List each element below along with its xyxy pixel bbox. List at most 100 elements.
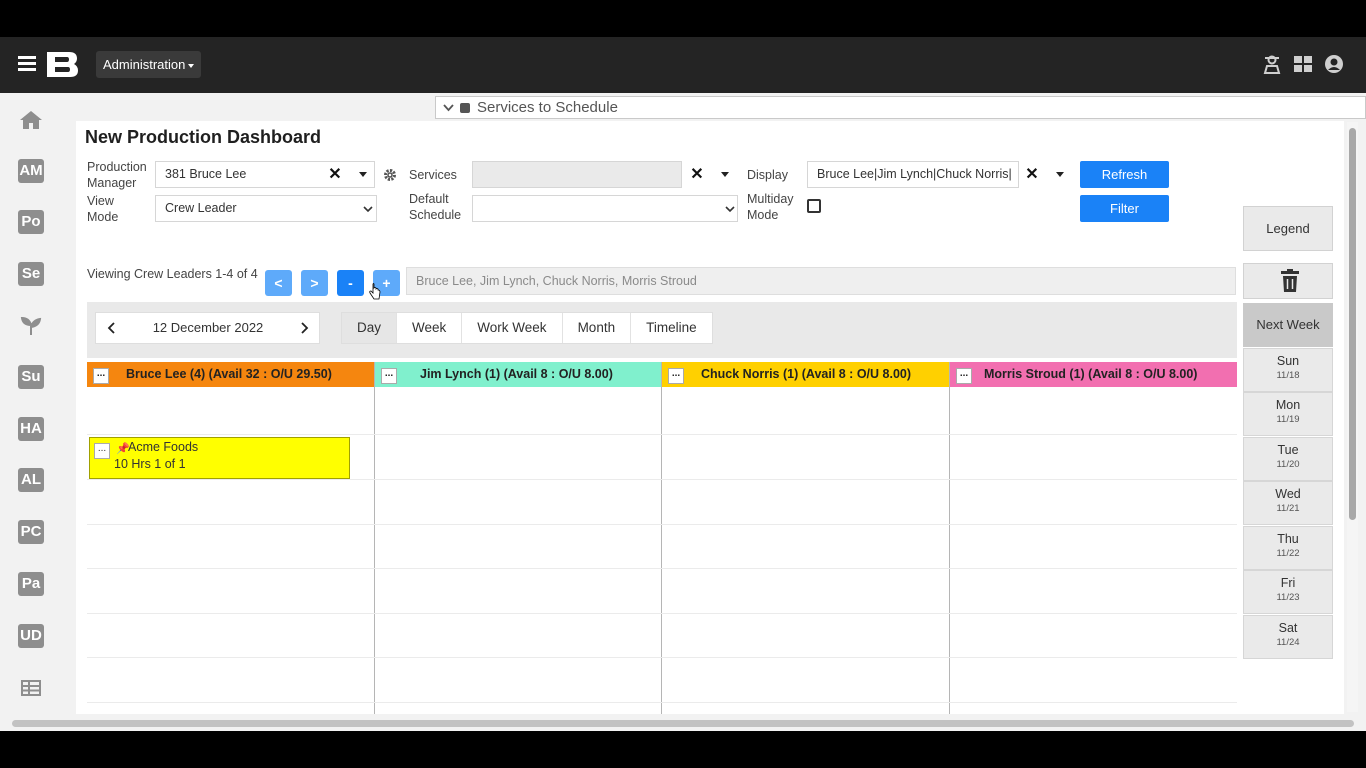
day-wed[interactable]: Wed 11/21 xyxy=(1243,481,1333,525)
row-divider xyxy=(87,434,1237,435)
day-sat[interactable]: Sat 11/24 xyxy=(1243,615,1333,659)
manager-dropdown-icon[interactable] xyxy=(351,161,375,188)
crew-header-bruce-lee: ... Bruce Lee (4) (Avail 32 : O/U 29.50) xyxy=(87,362,374,387)
crew-column-chuck-norris: ... Chuck Norris (1) (Avail 8 : O/U 8.00… xyxy=(662,362,950,714)
day-tue[interactable]: Tue 11/20 xyxy=(1243,437,1333,481)
sprout-icon[interactable] xyxy=(19,314,43,336)
day-name: Sat xyxy=(1278,621,1298,635)
trash-icon xyxy=(1281,269,1299,292)
display-label: Display xyxy=(747,168,788,182)
clear-services-icon[interactable]: ✕ xyxy=(684,161,710,188)
hamburger-menu-icon[interactable] xyxy=(18,56,36,72)
day-fri[interactable]: Fri 11/23 xyxy=(1243,570,1333,614)
column-menu-button[interactable]: ... xyxy=(381,368,397,384)
collapse-crew-button[interactable]: - xyxy=(337,270,364,296)
row-divider xyxy=(87,568,1237,569)
sidebar-item-am[interactable]: AM xyxy=(18,159,44,183)
services-to-schedule-bar[interactable]: Services to Schedule xyxy=(435,96,1366,119)
chevron-down-icon xyxy=(363,206,373,213)
grid-apps-icon[interactable] xyxy=(1293,54,1313,74)
trash-drop-zone[interactable] xyxy=(1243,263,1333,299)
day-date: 11/19 xyxy=(1276,414,1300,425)
column-menu-button[interactable]: ... xyxy=(668,368,684,384)
sidebar-item-se[interactable]: Se xyxy=(18,262,44,286)
sidebar-item-pa[interactable]: Pa xyxy=(18,572,44,596)
next-crew-button[interactable]: > xyxy=(301,270,328,296)
sidebar-item-su[interactable]: Su xyxy=(18,365,44,389)
table-icon[interactable] xyxy=(19,677,43,699)
view-mode-select[interactable]: Crew Leader xyxy=(155,195,377,222)
display-input[interactable]: Bruce Lee|Jim Lynch|Chuck Norris| xyxy=(807,161,1019,188)
crew-list-textarea[interactable]: Bruce Lee, Jim Lynch, Chuck Norris, Morr… xyxy=(406,267,1236,295)
day-name: Mon xyxy=(1275,398,1301,412)
horizontal-scrollbar[interactable] xyxy=(0,717,1366,729)
day-name: Fri xyxy=(1280,576,1296,590)
prev-date-icon[interactable] xyxy=(105,321,119,335)
crew-column-morris-stroud: ... Morris Stroud (1) (Avail 8 : O/U 8.0… xyxy=(950,362,1237,714)
clear-display-icon[interactable]: ✕ xyxy=(1019,161,1045,188)
prev-crew-button[interactable]: < xyxy=(265,270,292,296)
administration-label: Administration xyxy=(103,57,186,72)
view-tabs: Day Week Work Week Month Timeline xyxy=(341,312,713,344)
day-date: 11/21 xyxy=(1276,503,1300,514)
default-schedule-select[interactable] xyxy=(472,195,738,222)
services-dropdown-icon[interactable] xyxy=(713,161,737,188)
next-date-icon[interactable] xyxy=(297,321,311,335)
page-title: New Production Dashboard xyxy=(85,127,322,147)
tab-day[interactable]: Day xyxy=(342,313,398,343)
sidebar-item-ha[interactable]: HA xyxy=(18,417,44,441)
default-schedule-label: Default Schedule xyxy=(409,192,462,222)
view-mode-label: View Mode xyxy=(87,194,119,224)
day-mon[interactable]: Mon 11/19 xyxy=(1243,392,1333,436)
clear-manager-icon[interactable]: ✕ xyxy=(322,161,348,188)
day-thu[interactable]: Thu 11/22 xyxy=(1243,526,1333,570)
scrollbar-thumb[interactable] xyxy=(1349,128,1356,520)
crew-header-jim-lynch: ... Jim Lynch (1) (Avail 8 : O/U 8.00) xyxy=(375,362,661,387)
sidebar-item-ud[interactable]: UD xyxy=(18,624,44,648)
day-name: Tue xyxy=(1277,443,1299,457)
chevron-down-icon[interactable] xyxy=(443,102,454,113)
calendar-grid: ... Bruce Lee (4) (Avail 32 : O/U 29.50)… xyxy=(87,362,1237,714)
tab-timeline[interactable]: Timeline xyxy=(631,313,712,343)
column-menu-button[interactable]: ... xyxy=(956,368,972,384)
administration-menu[interactable]: Administration xyxy=(96,51,202,78)
current-date[interactable]: 12 December 2022 xyxy=(128,313,288,343)
user-account-icon[interactable] xyxy=(1324,54,1344,74)
event-detail: 10 Hrs 1 of 1 xyxy=(114,457,186,471)
day-name: Thu xyxy=(1277,532,1299,546)
crew-column-bruce-lee: ... Bruce Lee (4) (Avail 32 : O/U 29.50)… xyxy=(87,362,375,714)
calendar-event[interactable]: ... 📌 Acme Foods 10 Hrs 1 of 1 xyxy=(89,437,350,479)
scrollbar-thumb[interactable] xyxy=(12,720,1354,727)
crew-header-morris-stroud: ... Morris Stroud (1) (Avail 8 : O/U 8.0… xyxy=(950,362,1237,387)
sidebar-item-pc[interactable]: PC xyxy=(18,520,44,544)
tab-month[interactable]: Month xyxy=(563,313,632,343)
multiday-mode-checkbox[interactable] xyxy=(807,199,821,213)
display-dropdown-icon[interactable] xyxy=(1048,161,1072,188)
event-menu-button[interactable]: ... xyxy=(94,443,110,459)
filter-button[interactable]: Filter xyxy=(1080,195,1169,222)
tab-work-week[interactable]: Work Week xyxy=(462,313,563,343)
sidebar-item-po[interactable]: Po xyxy=(18,210,44,234)
tab-week[interactable]: Week xyxy=(397,313,463,343)
day-date: 11/18 xyxy=(1276,370,1300,381)
production-manager-label: Production Manager xyxy=(87,160,147,190)
crew-column-jim-lynch: ... Jim Lynch (1) (Avail 8 : O/U 8.00) xyxy=(375,362,662,714)
home-icon[interactable] xyxy=(19,109,43,131)
sidebar-item-al[interactable]: AL xyxy=(18,468,44,492)
brand-logo[interactable] xyxy=(47,52,78,77)
refresh-button[interactable]: Refresh xyxy=(1080,161,1169,188)
row-divider xyxy=(87,657,1237,658)
row-divider xyxy=(87,702,1237,703)
day-name: Sun xyxy=(1276,354,1300,368)
services-label: Services xyxy=(409,168,457,182)
column-menu-button[interactable]: ... xyxy=(93,368,109,384)
day-sun[interactable]: Sun 11/18 xyxy=(1243,348,1333,392)
gear-icon[interactable] xyxy=(383,168,397,182)
crew-header-label: Chuck Norris (1) (Avail 8 : O/U 8.00) xyxy=(701,367,912,381)
next-week-button[interactable]: Next Week xyxy=(1243,303,1333,347)
vertical-scrollbar[interactable] xyxy=(1347,122,1358,712)
legend-button[interactable]: Legend xyxy=(1243,206,1333,251)
date-navigator: 12 December 2022 xyxy=(95,312,320,344)
services-input[interactable] xyxy=(472,161,682,188)
user-spy-icon[interactable] xyxy=(1262,54,1282,74)
